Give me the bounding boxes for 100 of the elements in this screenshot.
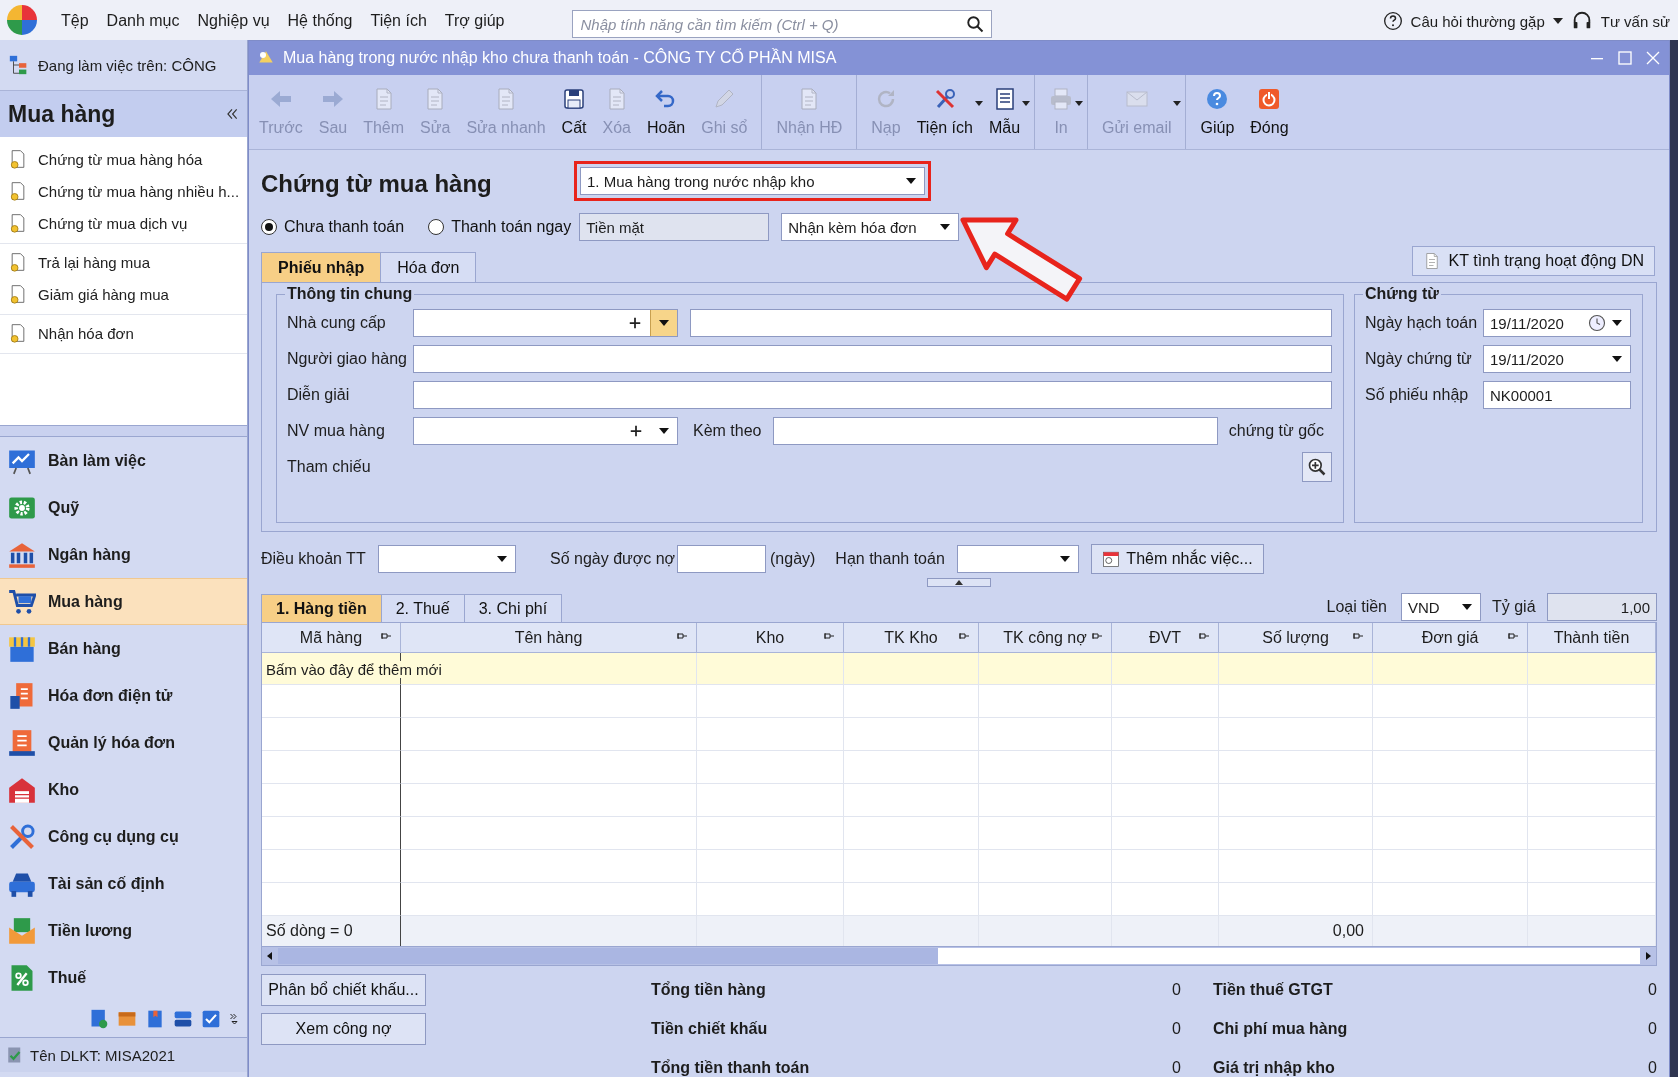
column-header[interactable]: Thành tiền [1553,628,1630,647]
column-header[interactable]: Số lượng [1262,628,1329,647]
stack-icon[interactable] [173,1009,193,1029]
splitter-handle[interactable] [0,425,247,437]
deliverer-field[interactable] [413,345,1332,373]
reference-button[interactable] [1302,452,1332,482]
faq-link[interactable]: Câu hỏi thường gặp [1410,12,1545,30]
terms-dropdown[interactable] [378,545,516,573]
action-item[interactable]: Chứng từ mua dịch vụ [0,207,247,239]
tab[interactable]: 1. Hàng tiền [261,594,382,622]
row-count: Số dòng = 0 [266,922,353,940]
check-status-button[interactable]: KT tình trạng hoạt động DN [1411,246,1655,276]
module-item[interactable]: Kho [0,766,247,813]
column-header[interactable]: Đơn giá [1421,628,1479,647]
module-item[interactable]: Bán hàng [0,625,247,672]
total-label: Chi phí mua hàng [1213,1020,1349,1038]
action-item[interactable]: Chứng từ mua hàng nhiều h... [0,175,247,207]
supplier-combo[interactable] [413,309,678,337]
module-item[interactable]: Hóa đơn điện tử [0,672,247,719]
app-logo[interactable] [6,4,38,36]
table-cell[interactable] [262,751,401,784]
field-label: (ngày) [770,550,816,568]
payment-radio[interactable]: Thanh toán ngay [428,218,572,236]
column-header[interactable]: Tên hàng [514,628,583,647]
description-field[interactable] [413,381,1332,409]
column-header[interactable]: Kho [755,628,785,647]
date-field[interactable]: 19/11/2020 [1483,309,1631,337]
help-icon[interactable] [1382,11,1403,31]
toolbar-button[interactable]: Hoãn [638,75,694,149]
exchange-rate-field[interactable]: 1,00 [1547,593,1657,621]
menu-item[interactable]: Tiện ích [361,4,436,30]
close-icon[interactable] [1645,50,1661,66]
horizontal-scrollbar[interactable] [262,946,1656,965]
toolbar-button[interactable]: Đóng [1242,75,1297,149]
tab[interactable]: 3. Chi phí [463,594,563,622]
toolbar-button[interactable]: Mẫu [980,75,1029,149]
reminder-button[interactable]: Thêm nhắc việc... [1091,544,1264,574]
column-header[interactable]: Mã hàng [299,628,363,647]
menu-item[interactable]: Danh mục [97,4,189,30]
toolbar-button[interactable]: Tiện ích [908,75,981,149]
action-label: Chứng từ mua dịch vụ [38,214,188,232]
column-header[interactable]: ĐVT [1149,628,1181,647]
column-header[interactable]: TK Kho [884,628,938,647]
toolbar-button[interactable]: Cất [553,75,595,149]
module-item[interactable]: Công cụ dụng cụ [0,813,247,860]
table-cell[interactable] [262,850,401,883]
module-item[interactable]: Thuế [0,954,247,1001]
module-item[interactable]: Tiền lương [0,907,247,954]
buyer-combo[interactable] [413,417,678,445]
collapse-icon[interactable] [225,107,239,121]
search-field[interactable]: Nhập tính năng cần tìm kiếm (Ctrl + Q) [571,10,992,38]
menu-item[interactable]: Trợ giúp [435,4,514,30]
folder-icon[interactable] [117,1009,137,1029]
payment-radio[interactable]: Chưa thanh toán [261,218,405,236]
column-header[interactable]: TK công nợ [1003,628,1087,647]
module-item[interactable]: Bàn làm việc [0,437,247,484]
currency-dropdown[interactable]: VND [1401,593,1481,621]
action-item[interactable]: Giảm giá hàng mua [0,278,247,310]
vertical-scrollbar[interactable] [1670,40,1678,1077]
table-cell[interactable] [262,685,401,718]
module-item[interactable]: Tài sản cố định [0,860,247,907]
table-cell[interactable] [262,718,401,751]
new-row-hint[interactable]: Bấm vào đây để thêm mới [266,661,442,678]
field-label: Kèm theo [693,422,763,440]
invoice-option-dropdown[interactable]: Nhận kèm hóa đơn [781,213,960,241]
maximize-icon[interactable] [1617,50,1633,66]
due-date-dropdown[interactable] [957,545,1080,573]
days-field[interactable] [677,545,766,573]
menu-item[interactable]: Hệ thống [278,4,362,30]
module-item[interactable]: Quỹ [0,484,247,531]
tab[interactable]: Hóa đơn [380,252,477,282]
dropdown-arrow-icon [1612,356,1622,362]
module-item[interactable]: Quản lý hóa đơn [0,719,247,766]
attached-field[interactable] [773,417,1218,445]
voucher-type-dropdown[interactable]: 1. Mua hàng trong nước nhập kho [580,167,925,195]
advisor-link[interactable]: Tư vấn sử [1600,12,1670,30]
collapse-handle[interactable] [927,578,991,587]
menu-item[interactable]: Nghiệp vụ [188,4,279,30]
supplier-name-field[interactable] [690,309,1332,337]
action-item[interactable]: Nhận hóa đơn [0,317,247,349]
action-item[interactable]: Chứng từ mua hàng hóa [0,143,247,175]
action-item[interactable]: Trả lại hàng mua [0,246,247,278]
bookmark-icon[interactable] [145,1009,165,1029]
module-item[interactable]: Mua hàng [0,578,247,625]
field-label: Ngày chứng từ [1365,350,1473,368]
table-cell[interactable] [262,784,401,817]
module-label: Hóa đơn điện tử [48,686,173,705]
action-button[interactable]: Xem công nợ [261,1013,426,1045]
module-item[interactable]: Ngân hàng [0,531,247,578]
action-label: Nhận hóa đơn [38,324,134,342]
checkbox-icon[interactable] [201,1009,221,1029]
tab[interactable]: 2. Thuế [380,594,465,622]
action-button[interactable]: Phân bổ chiết khấu... [261,974,426,1006]
menu-item[interactable]: Tệp [52,4,98,30]
table-cell[interactable] [262,817,401,850]
toolbar-button[interactable]: Giúp [1192,75,1243,149]
total-value: 0 [1171,981,1181,999]
date-field[interactable]: 19/11/2020 [1483,345,1631,373]
voucher-number-field[interactable]: NK00001 [1483,381,1631,409]
tab[interactable]: Phiếu nhập [261,252,382,282]
